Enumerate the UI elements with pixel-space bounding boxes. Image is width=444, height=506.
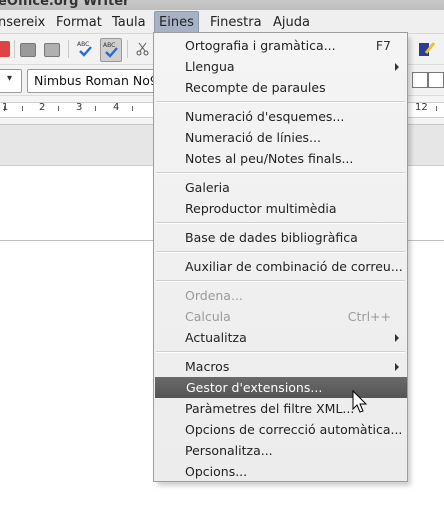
svg-text:ABC: ABC (77, 41, 89, 48)
paragraph-style-dropdown[interactable]: ▾ (0, 69, 22, 93)
menu-item-bibliography-db[interactable]: Base de dades bibliogràfica (154, 227, 407, 248)
tools-menu: Ortografia i gramàtica... F7 Llengua Rec… (153, 32, 408, 482)
menu-table[interactable]: Taula (108, 13, 150, 32)
menu-item-update[interactable]: Actualitza (154, 327, 407, 348)
pdf-export-icon[interactable] (0, 41, 10, 57)
ruler-label: 4 (113, 102, 120, 113)
menu-item-media-player[interactable]: Reproductor multimèdia (154, 198, 407, 219)
menu-item-label: Galeria (185, 180, 230, 195)
menu-separator (156, 280, 405, 282)
window-title: eOffice.org Writer (0, 0, 130, 9)
menu-separator (156, 101, 405, 103)
align-right-icon[interactable] (428, 72, 444, 88)
ruler-tick (436, 106, 437, 111)
menu-item-macros[interactable]: Macros (154, 356, 407, 377)
print-preview-icon[interactable] (44, 43, 60, 57)
menu-item-label: Notes al peu/Notes finals... (185, 151, 354, 166)
font-name-field[interactable]: Nimbus Roman No9 (27, 69, 169, 93)
font-name-value: Nimbus Roman No9 (34, 73, 158, 88)
menu-item-shortcut: Ctrl++ (347, 309, 391, 324)
align-center-icon[interactable] (412, 72, 428, 88)
toolbar-separator (68, 40, 69, 58)
submenu-arrow-icon (395, 363, 399, 371)
ruler-label: 3 (76, 102, 83, 113)
menu-item-label: Ortografia i gramàtica... (185, 38, 336, 53)
menu-window[interactable]: Finestra (206, 13, 266, 32)
menu-item-label: Reproductor multimèdia (185, 201, 337, 216)
menu-item-label: Personalitza... (185, 443, 273, 458)
menu-item-gallery[interactable]: Galeria (154, 177, 407, 198)
menu-item-label: Opcions... (185, 464, 248, 479)
menu-separator (156, 251, 405, 253)
ruler-tick (95, 106, 96, 111)
menu-separator (156, 172, 405, 174)
menu-item-label: Ordena... (185, 288, 243, 303)
menu-insert[interactable]: nsereix (0, 13, 49, 32)
menu-item-autocorrect-options[interactable]: Opcions de correcció automàtica... (154, 419, 407, 440)
menu-item-label: Auxiliar de combinació de correu... (185, 259, 403, 274)
menu-item-label: Calcula (185, 309, 231, 324)
print-icon[interactable] (20, 43, 36, 57)
menu-item-options[interactable]: Opcions... (154, 461, 407, 482)
menu-item-line-numbering[interactable]: Numeració de línies... (154, 127, 407, 148)
menu-item-language[interactable]: Llengua (154, 56, 407, 77)
ruler-tick (58, 106, 59, 111)
mouse-pointer-icon (352, 389, 368, 414)
menu-item-calculate: Calcula Ctrl++ (154, 306, 407, 327)
ruler-label: 12 (415, 102, 428, 113)
menu-item-sort: Ordena... (154, 285, 407, 306)
menu-item-footnotes[interactable]: Notes al peu/Notes finals... (154, 148, 407, 169)
menu-item-mail-merge[interactable]: Auxiliar de combinació de correu... (154, 256, 407, 277)
menu-item-label: Base de dades bibliogràfica (185, 230, 358, 245)
menu-format[interactable]: Format (52, 13, 106, 32)
submenu-arrow-icon (395, 63, 399, 71)
toolbar-separator (14, 40, 15, 58)
spellcheck-icon[interactable]: ABC (76, 39, 94, 59)
menu-item-label: Llengua (185, 59, 235, 74)
svg-text:ABC: ABC (103, 42, 115, 49)
cut-icon[interactable] (136, 42, 150, 56)
menu-item-word-count[interactable]: Recompte de paraules (154, 77, 407, 98)
ruler-label: 2 (39, 102, 46, 113)
ruler-tick (132, 106, 133, 111)
menu-item-shortcut: F7 (375, 38, 391, 53)
menu-item-label: Numeració d'esquemes... (185, 109, 345, 124)
menu-item-label: Numeració de línies... (185, 130, 321, 145)
chevron-down-icon: ▾ (7, 73, 13, 84)
menu-item-label: Opcions de correcció automàtica... (185, 422, 403, 437)
ruler-label: 1 (2, 102, 9, 113)
toolbar-separator (127, 40, 128, 58)
menu-item-customize[interactable]: Personalitza... (154, 440, 407, 461)
autospellcheck-icon[interactable]: ABC (100, 38, 122, 62)
menu-item-xml-filter-settings[interactable]: Paràmetres del filtre XML... (154, 398, 407, 419)
menubar: nsereix Format Taula Eines Finestra Ajud… (0, 10, 444, 34)
edit-icon[interactable] (418, 40, 436, 58)
menu-item-spelling[interactable]: Ortografia i gramàtica... F7 (154, 35, 407, 56)
menu-item-outline-numbering[interactable]: Numeració d'esquemes... (154, 106, 407, 127)
menu-separator (156, 222, 405, 224)
ruler-tick (22, 106, 23, 111)
menu-help[interactable]: Ajuda (269, 13, 314, 32)
window-titlebar: eOffice.org Writer (0, 0, 444, 10)
menu-separator (156, 351, 405, 353)
menu-tools[interactable]: Eines (154, 11, 199, 34)
menu-item-extension-manager[interactable]: Gestor d'extensions... (155, 377, 407, 398)
submenu-arrow-icon (395, 334, 399, 342)
menu-item-label: Macros (185, 359, 230, 374)
menu-item-label: Recompte de paraules (185, 80, 326, 95)
menu-item-label: Gestor d'extensions... (186, 380, 323, 395)
menu-item-label: Actualitza (185, 330, 247, 345)
menu-item-label: Paràmetres del filtre XML... (185, 401, 355, 416)
